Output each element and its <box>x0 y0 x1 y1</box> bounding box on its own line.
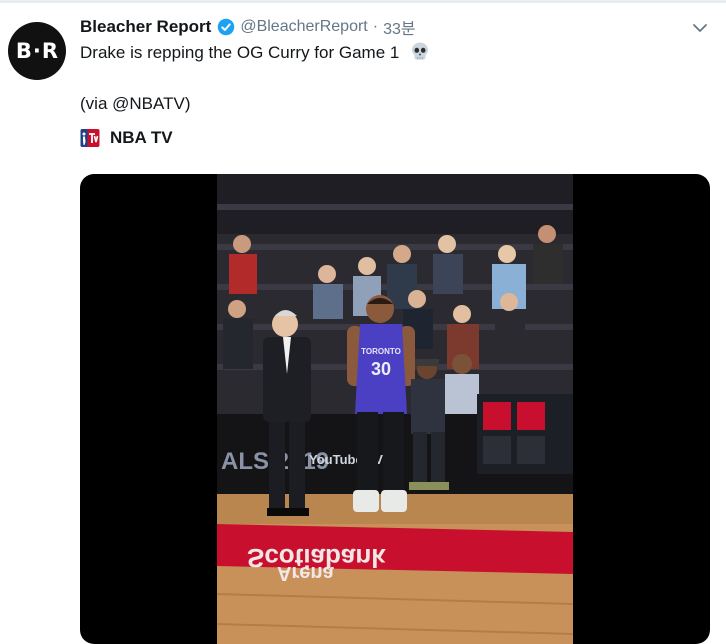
svg-text:TORONTO: TORONTO <box>361 347 401 356</box>
timestamp[interactable]: 33분 <box>383 15 416 39</box>
svg-text:30: 30 <box>371 359 391 379</box>
tweet-header: Bleacher Report @BleacherReport · 33분 <box>80 15 416 39</box>
top-divider <box>0 0 726 3</box>
user-handle[interactable]: @BleacherReport <box>240 18 367 36</box>
verified-badge-icon <box>218 18 235 36</box>
avatar-letter-b: B <box>15 39 32 63</box>
via-suffix: ) <box>184 94 191 113</box>
via-line: (via @NBATV) <box>80 92 190 116</box>
media-container: ALS 2019 YouTube TV Scotiabank Arena <box>80 174 710 644</box>
video-player[interactable]: ALS 2019 YouTube TV Scotiabank Arena <box>217 174 573 644</box>
media-source[interactable]: NBA TV <box>80 128 173 148</box>
tweet-text: Drake is repping the OG Curry for Game 1 <box>80 41 430 65</box>
source-label: NBA TV <box>110 128 173 147</box>
chevron-down-icon[interactable] <box>692 20 708 36</box>
separator-dot: · <box>372 18 379 35</box>
display-name[interactable]: Bleacher Report <box>80 17 211 37</box>
avatar-slash: · <box>32 39 41 63</box>
tweet-body: Drake is repping the OG Curry for Game 1 <box>80 43 400 62</box>
skull-emoji-icon <box>412 42 429 60</box>
svg-text:Arena: Arena <box>277 562 335 584</box>
nba-tv-logo-icon <box>80 129 100 147</box>
avatar-letter-r: R <box>41 39 59 63</box>
via-mention-link[interactable]: @NBATV <box>112 94 185 113</box>
video-frame: ALS 2019 YouTube TV Scotiabank Arena <box>217 174 573 644</box>
avatar[interactable]: B · R <box>8 22 66 80</box>
via-prefix: (via <box>80 94 113 113</box>
